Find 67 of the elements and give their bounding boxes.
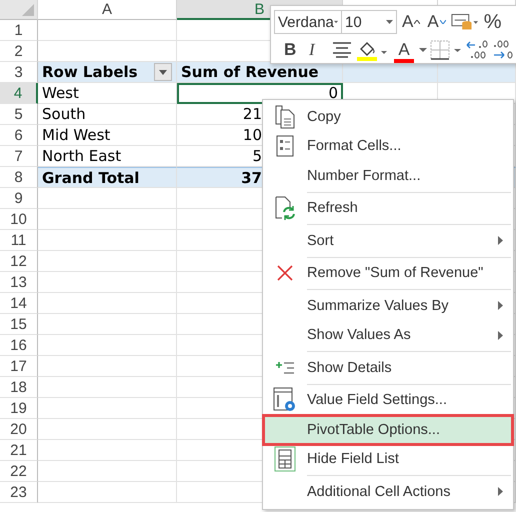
row-header[interactable]: 19	[0, 398, 38, 419]
menu-item[interactable]: Show Details	[263, 353, 513, 382]
row-header[interactable]: 20	[0, 419, 38, 440]
grow-font-button[interactable]: A	[400, 9, 422, 35]
settings-icon	[273, 387, 297, 414]
row-header[interactable]: 22	[0, 461, 38, 482]
menu-item[interactable]: Value Field Settings...	[263, 386, 513, 415]
form-icon	[276, 135, 294, 158]
font-color-button[interactable]: A	[392, 37, 416, 63]
italic-button[interactable]: I	[307, 37, 329, 63]
row-header[interactable]: 18	[0, 377, 38, 398]
triangle-icon	[22, 4, 34, 16]
row-header[interactable]: 5	[0, 104, 38, 125]
filter-button[interactable]	[154, 63, 172, 81]
borders-icon[interactable]	[430, 40, 462, 60]
row-header[interactable]: 13	[0, 272, 38, 293]
column-header[interactable]: A	[38, 0, 177, 20]
row-header[interactable]: 4	[0, 83, 38, 104]
row-header[interactable]: 21	[0, 440, 38, 461]
menu-item[interactable]: Show Values As	[263, 320, 513, 350]
row-header[interactable]: 15	[0, 314, 38, 335]
table-cell: Sum of Revenue	[177, 62, 343, 83]
increase-decimal-icon[interactable]	[465, 39, 489, 61]
menu-item[interactable]: Hide Field List	[263, 444, 513, 474]
copy-icon	[275, 104, 295, 129]
table-cell: Grand Total	[38, 167, 177, 188]
menu-item[interactable]: Number Format...	[263, 161, 513, 190]
menu-item[interactable]: Remove "Sum of Revenue"	[263, 258, 513, 288]
caret-icon	[159, 70, 167, 74]
row-header[interactable]: 23	[0, 482, 38, 503]
row-header[interactable]: 1	[0, 20, 38, 41]
table-cell: 37	[177, 167, 262, 188]
row-header[interactable]: 16	[0, 335, 38, 356]
menu-item[interactable]: Summarize Values By	[263, 291, 513, 320]
row-header[interactable]: 14	[0, 293, 38, 314]
menu-item[interactable]: Refresh	[263, 194, 513, 223]
caret-icon	[440, 20, 446, 24]
font-dropdown[interactable]: Verdana	[274, 10, 342, 34]
close-icon	[277, 265, 293, 282]
menu-item[interactable]: PivotTable Options...	[263, 415, 513, 444]
table-cell: South	[38, 104, 177, 125]
shrink-font-button[interactable]: A	[425, 9, 448, 35]
menu-item[interactable]: Format Cells...	[263, 132, 513, 161]
menu-item[interactable]: Additional Cell Actions	[263, 477, 513, 506]
align-center-icon[interactable]	[332, 42, 352, 58]
font-size-dropdown[interactable]: 10	[341, 10, 397, 34]
table-cell: Row Labels	[38, 62, 177, 83]
add-list-icon	[275, 360, 295, 375]
caret-icon	[414, 20, 420, 24]
row-header[interactable]: 7	[0, 146, 38, 167]
percent-button[interactable]: %	[482, 9, 504, 35]
row-header[interactable]: 11	[0, 230, 38, 251]
row-header[interactable]: 2	[0, 41, 38, 62]
row-header[interactable]: 9	[0, 188, 38, 209]
row-header[interactable]: 6	[0, 125, 38, 146]
table-cell: West	[38, 83, 177, 104]
caret-icon[interactable]	[419, 48, 427, 52]
menu-item[interactable]: Sort	[263, 226, 513, 256]
decrease-decimal-icon[interactable]	[492, 39, 514, 61]
table-icon	[274, 446, 296, 472]
row-header[interactable]: 10	[0, 209, 38, 230]
row-header[interactable]: 12	[0, 251, 38, 272]
bold-button[interactable]: B	[282, 37, 304, 63]
row-header[interactable]: 17	[0, 356, 38, 377]
refresh-icon	[274, 196, 296, 220]
table-cell: Mid West	[38, 125, 177, 146]
menu-item[interactable]: Copy	[263, 102, 513, 132]
